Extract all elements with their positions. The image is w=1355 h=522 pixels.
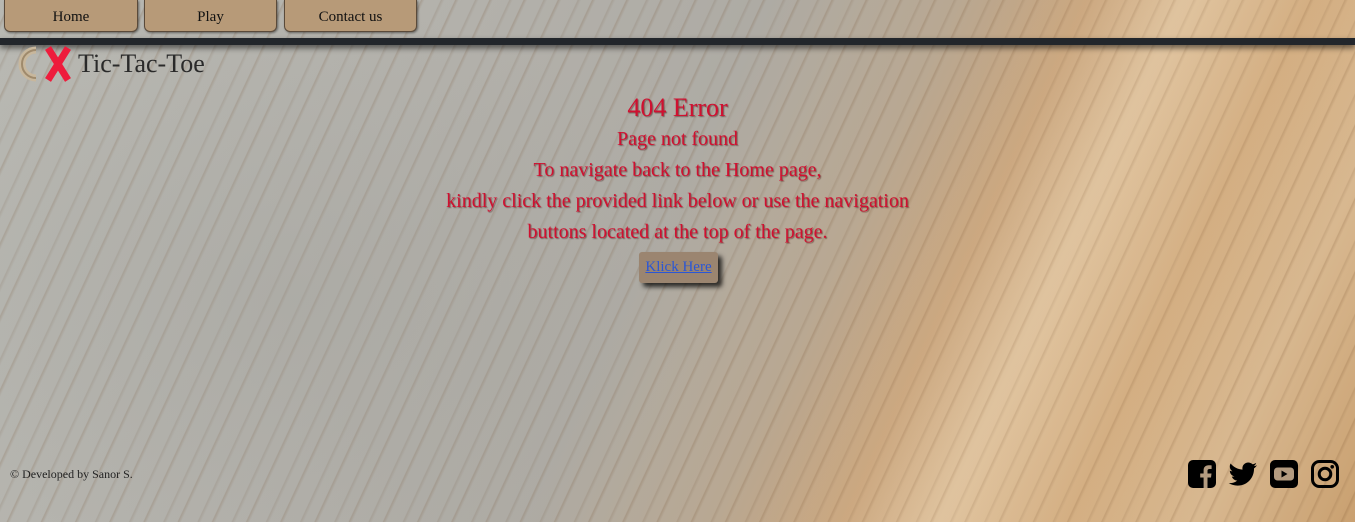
- home-link[interactable]: Klick Here: [645, 259, 711, 276]
- error-message: 404 Error Page not found To navigate bac…: [0, 92, 1355, 248]
- youtube-icon[interactable]: [1269, 459, 1299, 489]
- nav-contact-button[interactable]: Contact us: [284, 0, 417, 32]
- brand: Tic-Tac-Toe: [10, 46, 205, 82]
- nav-play-button[interactable]: Play: [144, 0, 277, 32]
- instagram-icon[interactable]: [1310, 459, 1340, 489]
- facebook-icon[interactable]: [1187, 459, 1217, 489]
- top-nav: Home Play Contact us: [0, 0, 1355, 38]
- error-line: To navigate back to the Home page,: [533, 159, 822, 181]
- error-line: kindly click the provided link below or …: [446, 190, 909, 212]
- social-links: [1187, 459, 1340, 489]
- footer-credit: © Developed by Sanor S.: [10, 467, 133, 481]
- error-line: buttons located at the top of the page.: [527, 221, 828, 243]
- nav-divider-bar: [0, 38, 1355, 45]
- nav-home-button[interactable]: Home: [4, 0, 138, 32]
- o-x-logo-icon: [10, 46, 74, 82]
- home-link-box: Klick Here: [639, 252, 718, 283]
- site-title: Tic-Tac-Toe: [78, 49, 205, 78]
- twitter-icon[interactable]: [1228, 459, 1258, 489]
- error-title: 404 Error: [627, 93, 728, 122]
- error-subtitle: Page not found: [616, 128, 739, 150]
